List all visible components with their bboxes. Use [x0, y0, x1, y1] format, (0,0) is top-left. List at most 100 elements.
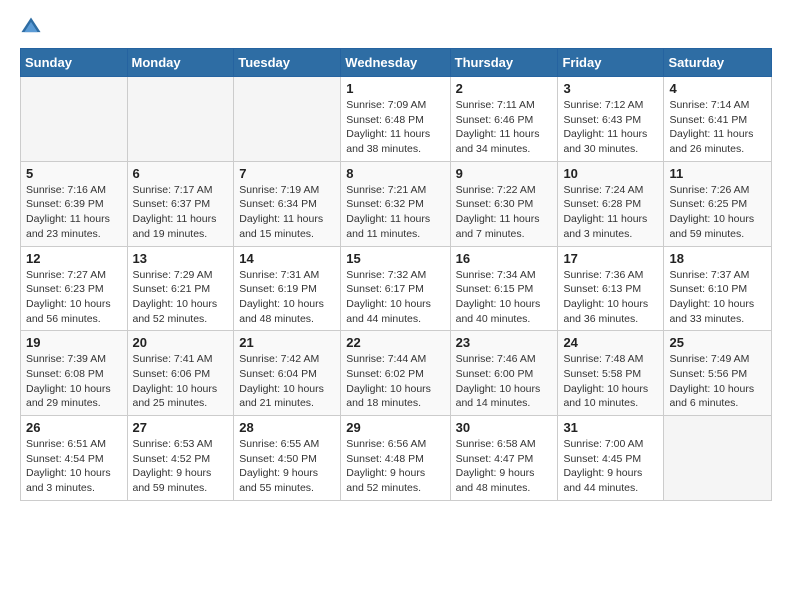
- weekday-header-thursday: Thursday: [450, 49, 558, 77]
- day-number: 19: [26, 335, 122, 350]
- calendar-cell: 4 Sunrise: 7:14 AM Sunset: 6:41 PM Daylig…: [664, 77, 772, 162]
- day-number: 5: [26, 166, 122, 181]
- day-number: 27: [133, 420, 229, 435]
- calendar-cell: 10 Sunrise: 7:24 AM Sunset: 6:28 PM Dayli…: [558, 161, 664, 246]
- calendar-cell: 16 Sunrise: 7:34 AM Sunset: 6:15 PM Dayli…: [450, 246, 558, 331]
- calendar-cell: 20 Sunrise: 7:41 AM Sunset: 6:06 PM Dayli…: [127, 331, 234, 416]
- day-number: 20: [133, 335, 229, 350]
- day-info: Sunrise: 7:29 AM Sunset: 6:21 PM Dayligh…: [133, 268, 229, 327]
- day-number: 28: [239, 420, 335, 435]
- day-number: 17: [563, 251, 658, 266]
- calendar-cell: 21 Sunrise: 7:42 AM Sunset: 6:04 PM Dayli…: [234, 331, 341, 416]
- day-number: 21: [239, 335, 335, 350]
- day-number: 14: [239, 251, 335, 266]
- calendar-cell: 28 Sunrise: 6:55 AM Sunset: 4:50 PM Dayli…: [234, 416, 341, 501]
- day-info: Sunrise: 7:17 AM Sunset: 6:37 PM Dayligh…: [133, 183, 229, 242]
- day-number: 29: [346, 420, 444, 435]
- day-info: Sunrise: 7:16 AM Sunset: 6:39 PM Dayligh…: [26, 183, 122, 242]
- calendar-cell: 7 Sunrise: 7:19 AM Sunset: 6:34 PM Daylig…: [234, 161, 341, 246]
- day-number: 30: [456, 420, 553, 435]
- day-number: 8: [346, 166, 444, 181]
- weekday-header-friday: Friday: [558, 49, 664, 77]
- calendar-cell: [234, 77, 341, 162]
- day-number: 23: [456, 335, 553, 350]
- day-info: Sunrise: 6:56 AM Sunset: 4:48 PM Dayligh…: [346, 437, 444, 496]
- day-info: Sunrise: 7:42 AM Sunset: 6:04 PM Dayligh…: [239, 352, 335, 411]
- day-info: Sunrise: 7:44 AM Sunset: 6:02 PM Dayligh…: [346, 352, 444, 411]
- day-number: 16: [456, 251, 553, 266]
- calendar-cell: 22 Sunrise: 7:44 AM Sunset: 6:02 PM Dayli…: [341, 331, 450, 416]
- day-number: 10: [563, 166, 658, 181]
- calendar-cell: 6 Sunrise: 7:17 AM Sunset: 6:37 PM Daylig…: [127, 161, 234, 246]
- calendar-cell: 29 Sunrise: 6:56 AM Sunset: 4:48 PM Dayli…: [341, 416, 450, 501]
- day-info: Sunrise: 7:41 AM Sunset: 6:06 PM Dayligh…: [133, 352, 229, 411]
- weekday-header-sunday: Sunday: [21, 49, 128, 77]
- day-info: Sunrise: 6:53 AM Sunset: 4:52 PM Dayligh…: [133, 437, 229, 496]
- day-number: 24: [563, 335, 658, 350]
- calendar-cell: 15Sunrise: 7:32 AM Sunset: 6:17 PM Dayli…: [341, 246, 450, 331]
- day-info: Sunrise: 7:39 AM Sunset: 6:08 PM Dayligh…: [26, 352, 122, 411]
- week-row-1: 1 Sunrise: 7:09 AM Sunset: 6:48 PM Daylig…: [21, 77, 772, 162]
- calendar-cell: 9Sunrise: 7:22 AM Sunset: 6:30 PM Daylig…: [450, 161, 558, 246]
- day-info: Sunrise: 7:27 AM Sunset: 6:23 PM Dayligh…: [26, 268, 122, 327]
- page-container: SundayMondayTuesdayWednesdayThursdayFrid…: [0, 0, 792, 513]
- day-number: 18: [669, 251, 766, 266]
- day-number: 31: [563, 420, 658, 435]
- calendar-cell: 30 Sunrise: 6:58 AM Sunset: 4:47 PM Dayli…: [450, 416, 558, 501]
- weekday-header-tuesday: Tuesday: [234, 49, 341, 77]
- calendar-cell: 18 Sunrise: 7:37 AM Sunset: 6:10 PM Dayli…: [664, 246, 772, 331]
- logo-icon: [20, 16, 42, 38]
- day-info: Sunrise: 7:12 AM Sunset: 6:43 PM Dayligh…: [563, 98, 658, 157]
- day-info: Sunrise: 7:14 AM Sunset: 6:41 PM Dayligh…: [669, 98, 766, 157]
- day-number: 25: [669, 335, 766, 350]
- day-info: Sunrise: 6:55 AM Sunset: 4:50 PM Dayligh…: [239, 437, 335, 496]
- header: [20, 16, 772, 38]
- weekday-header-row: SundayMondayTuesdayWednesdayThursdayFrid…: [21, 49, 772, 77]
- day-number: 13: [133, 251, 229, 266]
- day-info: Sunrise: 7:49 AM Sunset: 5:56 PM Dayligh…: [669, 352, 766, 411]
- day-info: Sunrise: 6:51 AM Sunset: 4:54 PM Dayligh…: [26, 437, 122, 496]
- day-info: Sunrise: 7:31 AM Sunset: 6:19 PM Dayligh…: [239, 268, 335, 327]
- day-info: Sunrise: 7:22 AM Sunset: 6:30 PM Dayligh…: [456, 183, 553, 242]
- calendar-cell: 8 Sunrise: 7:21 AM Sunset: 6:32 PM Daylig…: [341, 161, 450, 246]
- calendar-cell: 14 Sunrise: 7:31 AM Sunset: 6:19 PM Dayli…: [234, 246, 341, 331]
- day-info: Sunrise: 7:26 AM Sunset: 6:25 PM Dayligh…: [669, 183, 766, 242]
- day-number: 1: [346, 81, 444, 96]
- day-info: Sunrise: 7:34 AM Sunset: 6:15 PM Dayligh…: [456, 268, 553, 327]
- calendar-cell: 19 Sunrise: 7:39 AM Sunset: 6:08 PM Dayli…: [21, 331, 128, 416]
- day-info: Sunrise: 7:24 AM Sunset: 6:28 PM Dayligh…: [563, 183, 658, 242]
- calendar-cell: 1 Sunrise: 7:09 AM Sunset: 6:48 PM Daylig…: [341, 77, 450, 162]
- day-number: 11: [669, 166, 766, 181]
- day-info: Sunrise: 7:09 AM Sunset: 6:48 PM Dayligh…: [346, 98, 444, 157]
- day-number: 2: [456, 81, 553, 96]
- day-number: 7: [239, 166, 335, 181]
- day-number: 4: [669, 81, 766, 96]
- calendar-cell: 23 Sunrise: 7:46 AM Sunset: 6:00 PM Dayli…: [450, 331, 558, 416]
- calendar-cell: [664, 416, 772, 501]
- calendar-cell: 5 Sunrise: 7:16 AM Sunset: 6:39 PM Daylig…: [21, 161, 128, 246]
- day-number: 22: [346, 335, 444, 350]
- calendar-cell: 11 Sunrise: 7:26 AM Sunset: 6:25 PM Dayli…: [664, 161, 772, 246]
- weekday-header-wednesday: Wednesday: [341, 49, 450, 77]
- calendar-cell: 24Sunrise: 7:48 AM Sunset: 5:58 PM Dayli…: [558, 331, 664, 416]
- week-row-4: 19 Sunrise: 7:39 AM Sunset: 6:08 PM Dayli…: [21, 331, 772, 416]
- calendar-table: SundayMondayTuesdayWednesdayThursdayFrid…: [20, 48, 772, 501]
- day-info: Sunrise: 7:46 AM Sunset: 6:00 PM Dayligh…: [456, 352, 553, 411]
- day-number: 6: [133, 166, 229, 181]
- day-info: Sunrise: 7:11 AM Sunset: 6:46 PM Dayligh…: [456, 98, 553, 157]
- day-info: Sunrise: 7:37 AM Sunset: 6:10 PM Dayligh…: [669, 268, 766, 327]
- calendar-cell: [127, 77, 234, 162]
- calendar-cell: 12 Sunrise: 7:27 AM Sunset: 6:23 PM Dayli…: [21, 246, 128, 331]
- calendar-cell: 3 Sunrise: 7:12 AM Sunset: 6:43 PM Daylig…: [558, 77, 664, 162]
- calendar-cell: 26Sunrise: 6:51 AM Sunset: 4:54 PM Dayli…: [21, 416, 128, 501]
- calendar-cell: 27 Sunrise: 6:53 AM Sunset: 4:52 PM Dayli…: [127, 416, 234, 501]
- day-info: Sunrise: 6:58 AM Sunset: 4:47 PM Dayligh…: [456, 437, 553, 496]
- calendar-cell: 25 Sunrise: 7:49 AM Sunset: 5:56 PM Dayli…: [664, 331, 772, 416]
- day-number: 3: [563, 81, 658, 96]
- calendar-cell: 13 Sunrise: 7:29 AM Sunset: 6:21 PM Dayli…: [127, 246, 234, 331]
- day-info: Sunrise: 7:21 AM Sunset: 6:32 PM Dayligh…: [346, 183, 444, 242]
- calendar-cell: 17Sunrise: 7:36 AM Sunset: 6:13 PM Dayli…: [558, 246, 664, 331]
- day-info: Sunrise: 7:19 AM Sunset: 6:34 PM Dayligh…: [239, 183, 335, 242]
- day-number: 15: [346, 251, 444, 266]
- day-number: 12: [26, 251, 122, 266]
